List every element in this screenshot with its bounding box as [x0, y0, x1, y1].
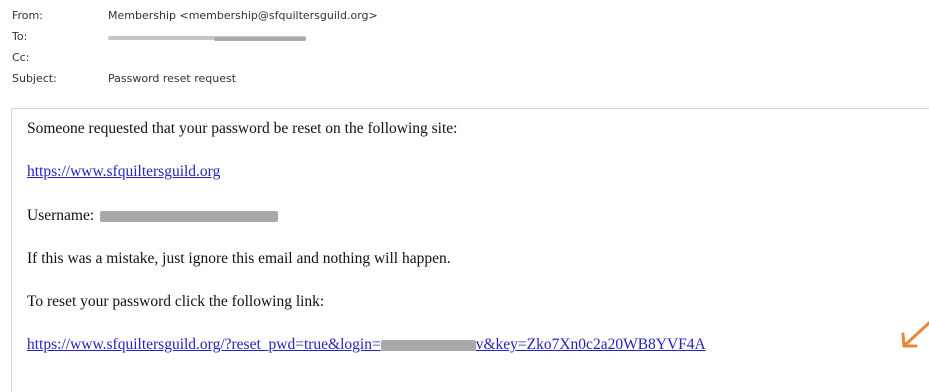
username-label: Username: [27, 207, 95, 224]
intro-text: Someone requested that your password be … [27, 120, 458, 137]
email-header: From: Membership <membership@sfquiltersg… [0, 0, 929, 109]
reset-link-line: https://www.sfquiltersguild.org/?reset_p… [27, 335, 706, 355]
reset-link[interactable]: https://www.sfquiltersguild.org/?reset_p… [27, 336, 706, 353]
cc-row: Cc: [0, 48, 929, 68]
site-link-line: https://www.sfquiltersguild.org [27, 162, 220, 182]
email-body: Someone requested that your password be … [11, 108, 929, 392]
site-link[interactable]: https://www.sfquiltersguild.org [27, 163, 220, 180]
cc-label: Cc: [12, 51, 30, 64]
login-redaction [380, 339, 476, 351]
from-row: From: Membership <membership@sfquiltersg… [0, 6, 929, 26]
email-window: { "header": { "from_label": "From:", "fr… [0, 0, 929, 392]
mistake-note: If this was a mistake, just ignore this … [27, 250, 451, 267]
username-redaction [100, 210, 279, 222]
username-line: Username: [27, 206, 279, 226]
reset-instruction: To reset your password click the followi… [27, 293, 325, 310]
subject-label: Subject: [12, 72, 57, 85]
to-row: To: [0, 27, 929, 47]
from-value[interactable]: Membership <membership@sfquiltersguild.o… [108, 6, 378, 26]
reset-link-suffix: v&key=Zko7Xn0c2a20WB8YVF4A [475, 336, 706, 353]
subject-value: Password reset request [108, 72, 237, 85]
to-value-redaction [214, 37, 306, 41]
reset-link-prefix: https://www.sfquiltersguild.org/?reset_p… [27, 336, 381, 353]
subject-row: Subject: Password reset request [0, 69, 929, 89]
from-label: From: [12, 9, 43, 22]
to-label: To: [12, 30, 28, 43]
orange-arrow-icon [901, 320, 929, 348]
